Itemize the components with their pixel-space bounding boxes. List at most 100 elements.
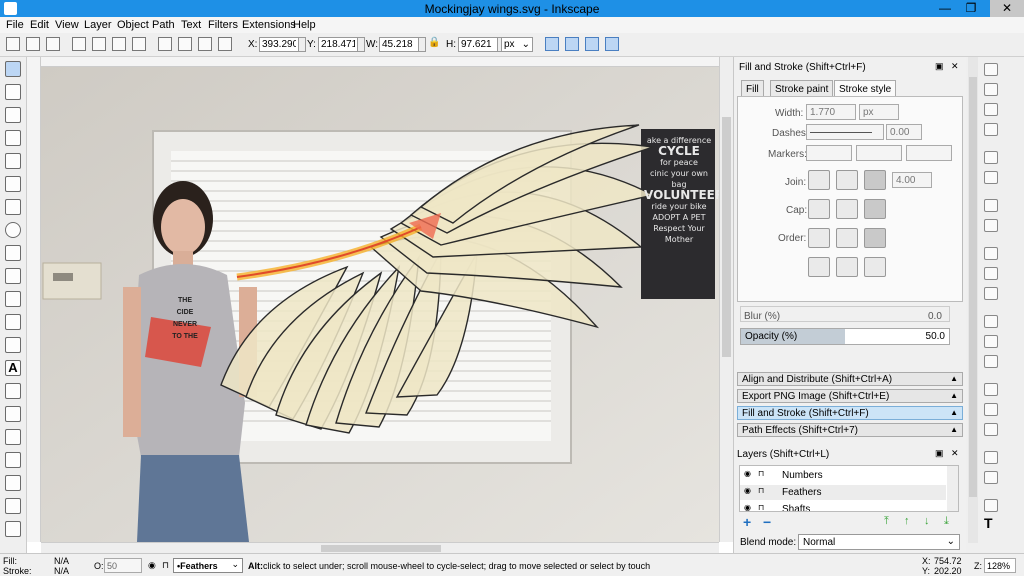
dropper-tool-icon[interactable] (5, 498, 21, 514)
y-spinner[interactable] (357, 37, 365, 52)
add-layer-button[interactable]: + (743, 514, 751, 530)
round-cap-icon[interactable] (836, 199, 858, 219)
pencil-tool-icon[interactable] (5, 291, 21, 307)
selector-tool-icon[interactable] (5, 61, 21, 77)
zoom-page-icon[interactable] (984, 355, 998, 368)
zoom-selection-icon[interactable] (984, 315, 998, 328)
opacity-slider[interactable]: Opacity (%) 50.0 (740, 328, 950, 345)
x-spinner[interactable] (298, 37, 306, 52)
layer-row[interactable]: ◉ ⊓ Numbers (740, 468, 946, 483)
select-all-icon[interactable] (6, 37, 20, 51)
layer-row[interactable]: ◉ ⊓ Feathers (740, 485, 946, 500)
pen-tool-icon[interactable] (5, 314, 21, 330)
save-icon[interactable] (984, 103, 998, 116)
layer-row[interactable]: ◉ ⊓ Shafts (740, 502, 946, 511)
order-fill-stroke-markers-icon[interactable] (808, 228, 830, 248)
copy-icon[interactable] (984, 247, 998, 260)
zoom-drawing-icon[interactable] (984, 335, 998, 348)
minimize-button[interactable]: — (934, 0, 956, 17)
rectangle-tool-icon[interactable] (5, 176, 21, 192)
dock-panel-icon[interactable]: ▣ (935, 61, 944, 72)
end-marker-select[interactable] (906, 145, 952, 161)
dashes-offset-input[interactable]: 0.00 (886, 124, 922, 140)
text-font-icon[interactable]: T (984, 515, 993, 531)
y-input[interactable] (318, 37, 358, 52)
eye-icon[interactable]: ◉ (744, 469, 751, 478)
export-icon[interactable] (984, 171, 998, 184)
move-gradients-icon[interactable] (585, 37, 599, 51)
tab-stroke-style[interactable]: Stroke style (834, 80, 897, 97)
miter-join-icon[interactable] (808, 170, 830, 190)
h-input[interactable] (458, 37, 498, 52)
calligraphy-tool-icon[interactable] (5, 337, 21, 353)
w-input[interactable] (379, 37, 419, 52)
flip-vertical-icon[interactable] (132, 37, 146, 51)
round-join-icon[interactable] (836, 170, 858, 190)
spiral-tool-icon[interactable] (5, 268, 21, 284)
undo-icon[interactable] (984, 199, 998, 212)
x-input[interactable] (259, 37, 299, 52)
dock-path-effects[interactable]: Path Effects (Shift+Ctrl+7) ▲ (737, 423, 963, 437)
menu-layer[interactable]: Layer (84, 19, 112, 31)
dock-scroll-thumb[interactable] (969, 77, 977, 497)
layers-scrollbar[interactable] (947, 466, 958, 511)
menu-object[interactable]: Object (117, 19, 149, 31)
menu-edit[interactable]: Edit (30, 19, 49, 31)
layer-up-icon[interactable]: ↑ (904, 515, 910, 527)
group-icon[interactable] (984, 451, 998, 464)
vertical-scroll-thumb[interactable] (722, 117, 731, 357)
unit-select[interactable]: px ⌄ (501, 37, 533, 52)
zoom-tool-icon[interactable] (5, 130, 21, 146)
connector-tool-icon[interactable] (5, 521, 21, 537)
lock-icon[interactable]: ⊓ (758, 503, 764, 511)
vertical-scrollbar[interactable] (719, 57, 733, 542)
eraser-tool-icon[interactable] (5, 406, 21, 422)
maximize-button[interactable]: ❐ (960, 0, 982, 17)
menu-view[interactable]: View (55, 19, 79, 31)
eye-icon[interactable]: ◉ (744, 503, 751, 511)
layer-down-icon[interactable]: ↓ (924, 515, 930, 527)
square-cap-icon[interactable] (864, 199, 886, 219)
lower-to-bottom-icon[interactable] (218, 37, 232, 51)
3d-box-tool-icon[interactable] (5, 199, 21, 215)
new-document-icon[interactable] (984, 63, 998, 76)
order-markers-fill-stroke-icon[interactable] (808, 257, 830, 277)
select-all-layers-icon[interactable] (26, 37, 40, 51)
menu-help[interactable]: Help (293, 19, 316, 31)
open-icon[interactable] (984, 83, 998, 96)
flip-horizontal-icon[interactable] (112, 37, 126, 51)
menu-filters[interactable]: Filters (208, 19, 238, 31)
layer-lock-icon[interactable]: ⊓ (162, 560, 169, 571)
menu-path[interactable]: Path (152, 19, 175, 31)
mesh-tool-icon[interactable] (5, 475, 21, 491)
cut-icon[interactable] (984, 267, 998, 280)
order-stroke-markers-fill-icon[interactable] (836, 257, 858, 277)
text-tool-icon[interactable]: A (5, 360, 21, 376)
print-icon[interactable] (984, 123, 998, 136)
raise-icon[interactable] (178, 37, 192, 51)
duplicate-icon[interactable] (984, 383, 998, 396)
order-stroke-fill-markers-icon[interactable] (836, 228, 858, 248)
unlink-clone-icon[interactable] (984, 423, 998, 436)
lock-icon[interactable]: ⊓ (758, 486, 764, 495)
scale-stroke-icon[interactable] (545, 37, 559, 51)
tab-stroke-paint[interactable]: Stroke paint (770, 80, 834, 97)
star-tool-icon[interactable] (5, 245, 21, 261)
close-icon[interactable]: ✕ (951, 448, 959, 459)
tab-fill[interactable]: Fill (741, 80, 764, 97)
dock-align-distribute[interactable]: Align and Distribute (Shift+Ctrl+A) ▲ (737, 372, 963, 386)
clone-icon[interactable] (984, 403, 998, 416)
remove-layer-button[interactable]: − (763, 514, 771, 530)
ungroup-icon[interactable] (984, 471, 998, 484)
horizontal-scroll-thumb[interactable] (321, 545, 441, 552)
order-fill-markers-stroke-icon[interactable] (864, 228, 886, 248)
horizontal-scrollbar[interactable] (41, 542, 719, 553)
lower-icon[interactable] (198, 37, 212, 51)
node-tool-icon[interactable] (5, 84, 21, 100)
close-button[interactable]: ✕ (990, 0, 1024, 17)
redo-icon[interactable] (984, 219, 998, 232)
layer-to-top-icon[interactable]: ⤒ (884, 515, 889, 528)
blend-mode-select[interactable]: Normal ⌄ (798, 534, 960, 550)
bevel-join-icon[interactable] (864, 170, 886, 190)
menu-text[interactable]: Text (181, 19, 201, 31)
